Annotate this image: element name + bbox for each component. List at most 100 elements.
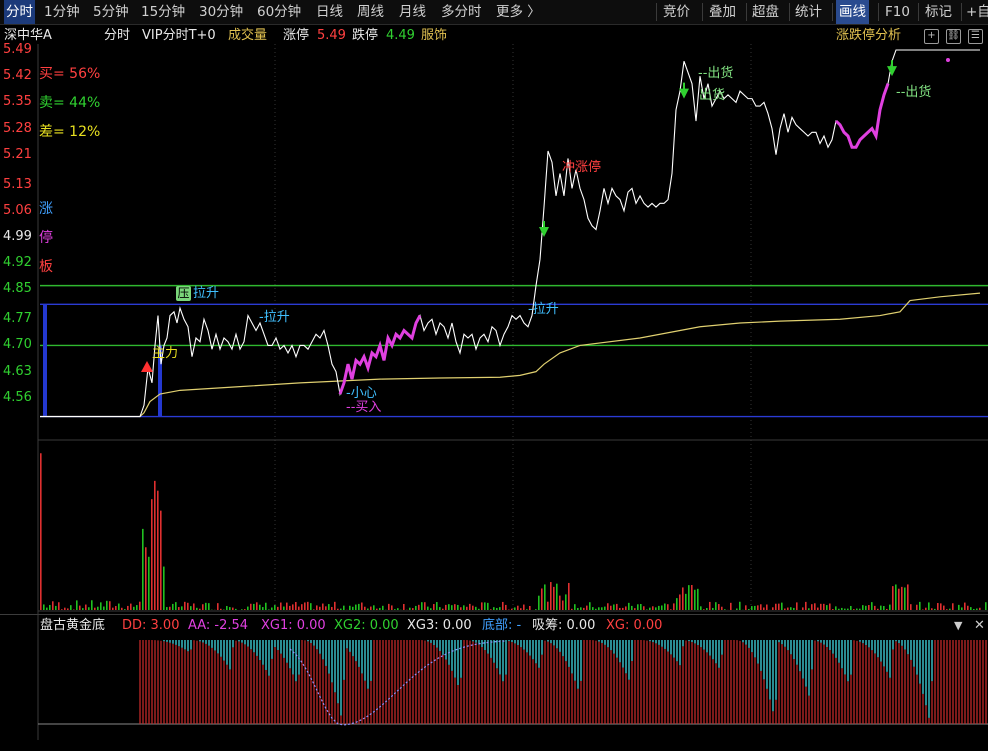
volume-bar [709,601,711,610]
mode-label: 分时 [104,28,131,43]
volume-bar [919,601,921,610]
volume-bar [253,603,255,610]
volume-bar [148,556,150,610]
volume-bar [619,607,621,610]
volume-bar [43,604,45,610]
indicator-name[interactable]: 盘古黄金底 [40,615,105,637]
price-tick-label: 5.06 [3,202,32,218]
volume-bar [601,607,603,610]
volume-bar [208,603,210,610]
side-char-zhang: 涨 [39,201,53,217]
tab-monthly[interactable]: 月线 [399,0,426,24]
volume-bar [121,607,123,610]
volume-bar [379,607,381,610]
tab-drawing[interactable]: 画线 [836,0,869,24]
add-icon[interactable]: + [924,29,939,44]
volume-bar [481,602,483,610]
volume-bar [178,607,180,610]
tab-60min[interactable]: 60分钟 [257,0,301,24]
tab-multi-timeshare[interactable]: 多分时 [441,0,482,24]
limit-analysis-link[interactable]: 涨跌停分析 [836,25,901,47]
volume-bar [184,601,186,610]
volume-bar [880,605,882,610]
volume-bar [394,609,396,610]
volume-bar [343,605,345,610]
indicator-xg1: XG1: 0.00 [261,618,326,633]
annotation-ya: 压 [176,286,191,301]
toolbar-divider [832,3,833,21]
volume-bar [370,606,372,610]
volume-bar [445,604,447,610]
volume-bar [637,604,639,610]
volume-bar [82,608,84,610]
annotation-mairu: --买入 [346,400,382,415]
volume-bar [163,566,165,610]
volume-bar [352,606,354,610]
volume-bar [172,603,174,610]
volume-bar [412,608,414,610]
tab-weekly[interactable]: 周线 [357,0,384,24]
volume-bar [751,606,753,610]
avg-price-line [40,292,981,418]
volume-bar [940,603,942,610]
volume-bar [517,605,519,610]
volume-bar [673,603,675,610]
tab-15min[interactable]: 15分钟 [141,0,185,24]
volume-bar [964,602,966,610]
volume-bar [151,499,153,610]
volume-bar [334,601,336,610]
volume-bar [808,608,810,610]
period-toolbar: 分时 1分钟 5分钟 15分钟 30分钟 60分钟 日线 周线 月线 多分时 更… [0,0,988,25]
tab-1min[interactable]: 1分钟 [44,0,80,24]
tab-f10[interactable]: F10 [885,0,910,24]
menu-icon[interactable]: ☰ [968,29,983,44]
volume-bar [286,602,288,610]
volume-bar [691,585,693,610]
volume-bar [259,604,261,610]
volume-bar [640,603,642,610]
annotation-chuhuo-1: --出货 [698,66,734,81]
volume-bar [595,608,597,610]
volume-bar [535,609,537,610]
tab-custom[interactable]: +自 [966,0,988,24]
limit-up-value: 5.49 [317,28,346,43]
indicator-collapse-icon[interactable]: ▼ [954,615,962,637]
tab-timeshare[interactable]: 分时 [4,0,35,24]
toolbar-divider [878,3,879,21]
price-tick-label: 5.49 [3,42,32,57]
volume-bar [874,605,876,610]
volume-bar [706,608,708,610]
volume-bar [193,603,195,610]
volume-bar [583,607,585,610]
volume-bar [313,609,315,610]
tab-super-board[interactable]: 超盘 [752,0,779,24]
down-arrow-icon [539,227,549,237]
tab-statistics[interactable]: 统计 [795,0,822,24]
tab-5min[interactable]: 5分钟 [93,0,129,24]
volume-bar [157,490,159,610]
tab-30min[interactable]: 30分钟 [199,0,243,24]
volume-bar [730,602,732,610]
volume-bar [643,606,645,610]
volume-bar [523,604,525,610]
volume-bar [835,606,837,610]
volume-bar [187,602,189,610]
volume-bar [694,589,696,610]
volume-bar [220,608,222,610]
tab-overlay[interactable]: 叠加 [709,0,736,24]
volume-bar [304,602,306,610]
tab-auction[interactable]: 竞价 [663,0,690,24]
volume-bar [244,609,246,610]
link-icon[interactable]: ⛓ [946,29,961,44]
tab-more[interactable]: 更多 〉 [496,0,541,24]
volume-bar [307,601,309,610]
volume-bar [841,607,843,610]
volume-bar [493,607,495,610]
volume-bar [301,604,303,610]
volume-bar [130,603,132,610]
volume-bar [973,608,975,610]
tab-daily[interactable]: 日线 [316,0,343,24]
tab-mark[interactable]: 标记 [925,0,952,24]
indicator-close-icon[interactable]: ✕ [974,615,985,637]
volume-bar [190,606,192,610]
